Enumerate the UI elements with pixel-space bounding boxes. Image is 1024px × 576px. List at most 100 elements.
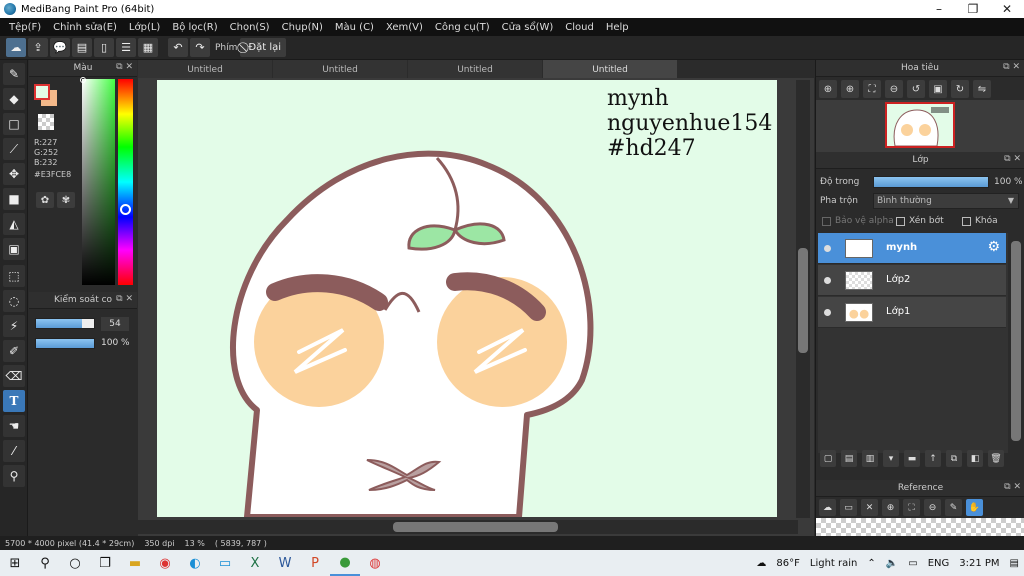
menu-color[interactable]: Màu (C)	[329, 22, 380, 33]
move-up-button[interactable]: ↑	[925, 450, 941, 467]
chrome-icon[interactable]: ◍	[360, 550, 390, 576]
divide-tool[interactable]: ⁄	[3, 440, 25, 462]
color-pick-button[interactable]: ✾	[57, 192, 75, 208]
menu-edit[interactable]: Chỉnh sửa(E)	[47, 22, 123, 33]
weather-temperature[interactable]: 86°F	[776, 558, 799, 569]
select-pen-tool[interactable]: ✐	[3, 340, 25, 362]
reference-zoom-in-button[interactable]: ⊕	[882, 499, 899, 516]
line-tool[interactable]: ⟋	[3, 138, 25, 160]
minimize-button[interactable]: –	[922, 0, 956, 18]
canvas-vertical-scrollbar[interactable]	[796, 80, 810, 518]
tab-untitled-1[interactable]: Untitled	[138, 60, 272, 78]
layer-row-lop1[interactable]: Lớp1	[818, 297, 1006, 328]
add-layer-menu-button[interactable]: ▾	[883, 450, 899, 467]
select-eraser-tool[interactable]: ⌫	[3, 365, 25, 387]
layer-row-lop2[interactable]: Lớp2	[818, 265, 1006, 296]
reference-close-button[interactable]: ✕	[861, 499, 878, 516]
powerpoint-icon[interactable]: P	[300, 550, 330, 576]
move-tool[interactable]: ✥	[3, 163, 25, 185]
blend-mode-select[interactable]: Bình thường ▼	[873, 193, 1019, 209]
select-rect-tool[interactable]: ⬚	[3, 265, 25, 287]
reference-panel-close-icon[interactable]: ⧉ ✕	[1004, 482, 1021, 492]
eye-icon[interactable]	[824, 309, 831, 316]
zoom-in-button[interactable]: ⊕	[819, 80, 837, 98]
reference-open-button[interactable]: ▭	[840, 499, 857, 516]
hue-slider[interactable]	[118, 79, 133, 285]
zoom-out-button[interactable]: ⊖	[885, 80, 903, 98]
navigator-thumbnail[interactable]	[885, 102, 955, 148]
menu-filter[interactable]: Bộ lọc(R)	[166, 22, 223, 33]
new-8bit-layer-button[interactable]: ▥	[862, 450, 878, 467]
canvas-horizontal-scrollbar[interactable]	[138, 520, 798, 534]
fit-screen-button[interactable]: ⛶	[863, 80, 881, 98]
brush-size-value[interactable]: 54	[101, 317, 129, 331]
brush-size-slider[interactable]	[35, 318, 95, 329]
protect-alpha-box[interactable]	[822, 216, 831, 226]
close-button[interactable]: ✕	[990, 0, 1024, 18]
menu-layer[interactable]: Lớp(L)	[123, 22, 166, 33]
saturation-value-picker[interactable]	[82, 79, 115, 285]
reference-eyedropper-button[interactable]: ✎	[945, 499, 962, 516]
new-halftone-layer-button[interactable]: ▤	[841, 450, 857, 467]
tab-untitled-3[interactable]: Untitled	[408, 60, 542, 78]
reference-zoom-out-button[interactable]: ⊖	[924, 499, 941, 516]
lasso-tool[interactable]: ◌	[3, 290, 25, 312]
brush-panel-close-icon[interactable]: ⧉ ✕	[116, 294, 133, 304]
redo-button[interactable]: ↷	[190, 38, 210, 57]
weather-description[interactable]: Light rain	[810, 558, 858, 569]
new-folder-button[interactable]: ▬	[904, 450, 920, 467]
eyedropper-tool[interactable]: ⚲	[3, 465, 25, 487]
edge-icon[interactable]: ◐	[180, 550, 210, 576]
horizontal-scroll-thumb[interactable]	[393, 522, 558, 532]
flip-button[interactable]: ⇋	[973, 80, 991, 98]
monitor-icon[interactable]: ▭	[210, 550, 240, 576]
new-layer-button[interactable]: ▢	[820, 450, 836, 467]
clipping-checkbox[interactable]: Xén bớt	[896, 216, 944, 226]
medibang-taskbar-icon[interactable]: ●	[330, 550, 360, 576]
volume-icon[interactable]: 🔈	[886, 558, 898, 569]
rotate-left-button[interactable]: ↺	[907, 80, 925, 98]
sv-picker-knob[interactable]	[80, 77, 86, 83]
list-button[interactable]: ☰	[116, 38, 136, 57]
menu-snap[interactable]: Chụp(N)	[276, 22, 329, 33]
rect-tool[interactable]: □	[3, 113, 25, 135]
menu-window[interactable]: Cửa sổ(W)	[496, 22, 560, 33]
panel-close-icon[interactable]: ⧉ ✕	[116, 62, 133, 72]
grid-button[interactable]: ▦	[138, 38, 158, 57]
tab-untitled-4[interactable]: Untitled	[543, 60, 677, 78]
reference-hand-button[interactable]: ✋	[966, 499, 983, 516]
merge-button[interactable]: ⧉	[946, 450, 962, 467]
brush-opacity-slider[interactable]	[35, 338, 95, 349]
reference-cloud-button[interactable]: ☁	[819, 499, 836, 516]
search-icon[interactable]: ⚲	[30, 550, 60, 576]
layer-scroll-thumb[interactable]	[1011, 241, 1021, 441]
foreground-color-swatch[interactable]	[34, 84, 50, 100]
hue-slider-knob[interactable]	[120, 204, 131, 215]
reference-preview[interactable]	[816, 518, 1024, 536]
layer-more-button[interactable]: ◧	[967, 450, 983, 467]
clock[interactable]: 3:21 PM	[959, 558, 999, 569]
delete-layer-button[interactable]: 🗑	[988, 450, 1004, 467]
panel-button[interactable]: ▤	[72, 38, 92, 57]
gear-icon[interactable]: ⚙	[987, 239, 1000, 255]
menu-help[interactable]: Help	[600, 22, 635, 33]
layer-list-scrollbar[interactable]	[1009, 233, 1023, 453]
share-button[interactable]: ⇪	[28, 38, 48, 57]
bucket-tool[interactable]: ◭	[3, 213, 25, 235]
cloud-button[interactable]: ☁	[6, 38, 26, 57]
brush-size-knob[interactable]	[82, 319, 94, 328]
rotate-right-button[interactable]: ↻	[951, 80, 969, 98]
brush-tool[interactable]: ✎	[3, 63, 25, 85]
layer-panel-close-icon[interactable]: ⧉ ✕	[1004, 154, 1021, 164]
palette-button[interactable]: ✿	[36, 192, 54, 208]
magic-wand-tool[interactable]: ⚡	[3, 315, 25, 337]
menu-file[interactable]: Tệp(F)	[3, 22, 47, 33]
menu-view[interactable]: Xem(V)	[380, 22, 429, 33]
protect-alpha-checkbox[interactable]: Bảo vệ alpha	[822, 216, 894, 226]
task-view-icon[interactable]: ❐	[90, 550, 120, 576]
maximize-button[interactable]: ❐	[956, 0, 990, 18]
media-player-icon[interactable]: ◉	[150, 550, 180, 576]
gradient-tool[interactable]: ▣	[3, 238, 25, 260]
document-button[interactable]: ▯	[94, 38, 114, 57]
layer-opacity-slider[interactable]	[873, 176, 989, 188]
